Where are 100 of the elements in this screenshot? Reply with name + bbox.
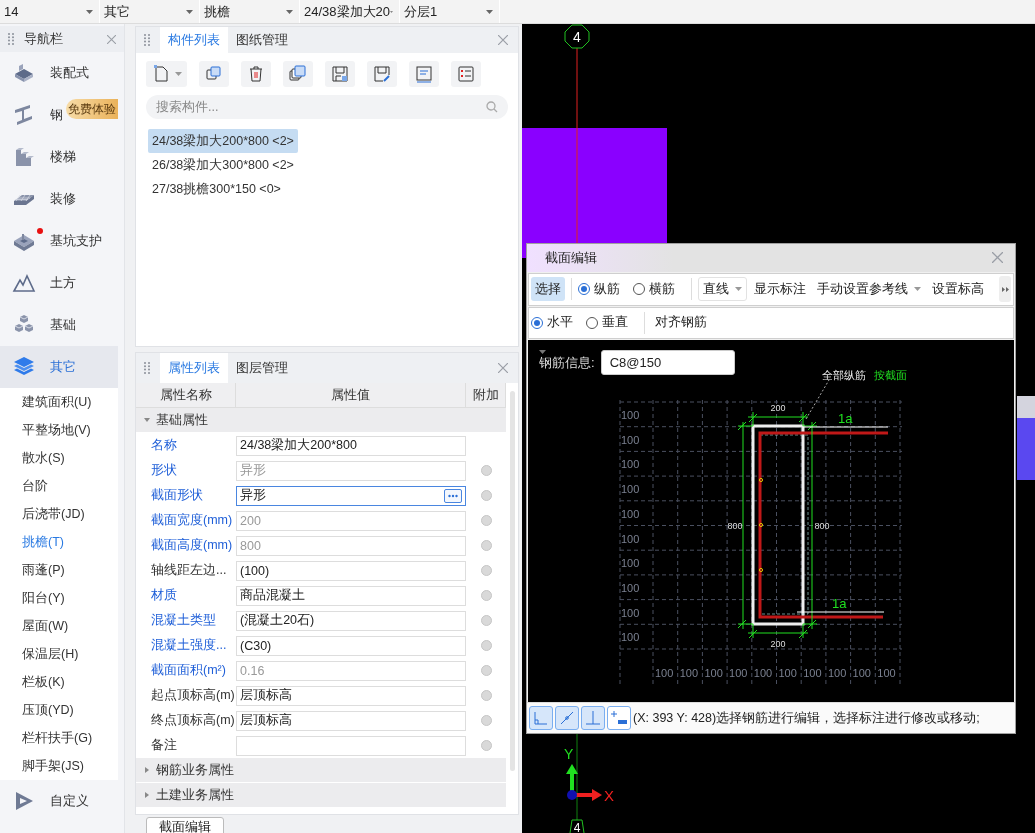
axis-label: 4: [573, 29, 581, 45]
property-value-field[interactable]: 24/38梁加大200*800: [236, 435, 466, 456]
column-header: 附加: [466, 383, 506, 407]
anchor-label: 1a: [838, 411, 853, 427]
anchor-label: 1a: [832, 596, 847, 612]
search-field[interactable]: 搜索构件...: [146, 95, 508, 119]
grid-label: 100: [778, 667, 797, 680]
group-title: 土建业务属性: [156, 786, 234, 804]
nav-item[interactable]: 钢 免费体验: [0, 94, 118, 136]
toolbar-button[interactable]: 设置标高: [928, 277, 988, 302]
leader-label: 全部纵筋: [822, 369, 866, 382]
nav-subitem[interactable]: 散水(S): [0, 444, 118, 472]
nav-subitem[interactable]: 建筑面积(U): [0, 388, 118, 416]
nav-subitem[interactable]: 脚手架(JS): [0, 752, 118, 780]
dimension-label: 200: [770, 403, 786, 414]
axis-label: 4: [573, 821, 581, 833]
nav-subitem[interactable]: 屋面(W): [0, 612, 118, 640]
list-item[interactable]: 24/38梁加大200*800 <2>: [148, 129, 298, 153]
group-header[interactable]: 基础属性: [136, 408, 506, 433]
property-value-field[interactable]: (混凝土20石): [236, 610, 466, 631]
property-name: 混凝土类型: [150, 612, 217, 629]
nav-item[interactable]: 其它: [0, 346, 118, 388]
property-value-field[interactable]: 层顶标高: [236, 710, 466, 731]
toolbar-button[interactable]: 对齐钢筋: [651, 310, 711, 335]
property-name: 截面宽度(mm): [150, 512, 234, 529]
tab[interactable]: 图纸管理: [228, 27, 296, 53]
property-name: 混凝土强度...: [150, 637, 228, 654]
dropdown[interactable]: 直线: [698, 277, 747, 302]
property-name: 截面高度(mm): [150, 537, 234, 554]
nav-item[interactable]: 装配式: [0, 52, 118, 94]
nav-subitem[interactable]: 栏杆扶手(G): [0, 724, 118, 752]
radio-button[interactable]: 纵筋: [578, 280, 620, 298]
property-name: 名称: [150, 437, 178, 454]
toolbar-button[interactable]: 显示标注: [750, 277, 810, 302]
grid-label: 100: [621, 606, 640, 619]
radio-button[interactable]: 垂直: [586, 314, 628, 332]
grid-label: 100: [621, 557, 640, 570]
nav-subitem[interactable]: 挑檐(T): [0, 528, 118, 556]
nav-subitem[interactable]: 台阶: [0, 472, 118, 500]
status-text: (X: 393 Y: 428)选择钢筋进行编辑，选择标注进行修改或移动;: [633, 709, 980, 727]
property-name: 截面形状: [150, 487, 204, 504]
group-header[interactable]: 钢筋业务属性: [136, 758, 506, 783]
group-title: 基础属性: [156, 411, 208, 429]
property-name: 形状: [150, 462, 178, 479]
radio-button[interactable]: 水平: [531, 314, 573, 332]
property-value-field[interactable]: (100): [236, 560, 466, 581]
grid-label: 100: [877, 667, 896, 680]
field-label: 钢筋信息:: [539, 353, 595, 372]
nav-item[interactable]: 土方: [0, 262, 118, 304]
nav-subitem[interactable]: 阳台(Y): [0, 584, 118, 612]
grid-label: 100: [803, 667, 822, 680]
grid-label: 100: [621, 508, 640, 521]
column-header: 属性名称: [136, 383, 236, 407]
property-name: 起点顶标高(m): [150, 687, 236, 704]
nav-subitem[interactable]: 栏板(K): [0, 668, 118, 696]
grid-label: 100: [621, 458, 640, 471]
property-value-field[interactable]: (C30): [236, 635, 466, 656]
grid-label: 100: [621, 532, 640, 545]
tab[interactable]: 属性列表: [160, 353, 228, 383]
nav-subitem[interactable]: 平整场地(V): [0, 416, 118, 444]
property-name: 轴线距左边...: [150, 562, 228, 579]
dimension-label: 200: [770, 639, 786, 650]
radio-button[interactable]: 横筋: [633, 280, 675, 298]
grid-label: 100: [729, 667, 748, 680]
group-header[interactable]: 土建业务属性: [136, 783, 506, 808]
nav-subitem[interactable]: 保温层(H): [0, 640, 118, 668]
grid-label: 100: [621, 582, 640, 595]
grid-label: 100: [621, 631, 640, 644]
property-name: 备注: [150, 737, 178, 754]
nav-subitem[interactable]: 压顶(YD): [0, 696, 118, 724]
grid-label: 100: [704, 667, 723, 680]
grid-label: 100: [621, 433, 640, 446]
grid-label: 100: [621, 409, 640, 422]
dialog-title: 截面编辑: [545, 248, 598, 267]
property-name: 终点顶标高(m): [150, 712, 236, 729]
menu-button[interactable]: 手动设置参考线: [813, 277, 925, 302]
tab[interactable]: 图层管理: [228, 353, 296, 383]
nav-item[interactable]: 自定义: [0, 780, 118, 822]
nav-item[interactable]: 基坑支护: [0, 220, 118, 262]
grid-label: 100: [655, 667, 674, 680]
nav-subitem[interactable]: 雨蓬(P): [0, 556, 118, 584]
tab[interactable]: 构件列表: [160, 27, 228, 53]
nav-item[interactable]: 基础: [0, 304, 118, 346]
nav-item[interactable]: 装修: [0, 178, 118, 220]
toolbar-button[interactable]: 选择: [531, 277, 565, 302]
grid-label: 100: [753, 667, 773, 680]
dimension-label: 800: [727, 521, 743, 532]
list-item[interactable]: 27/38挑檐300*150 <0>: [148, 177, 285, 201]
group-title: 钢筋业务属性: [156, 761, 234, 779]
property-value-field[interactable]: 商品混凝土: [236, 585, 466, 606]
property-value-field[interactable]: 层顶标高: [236, 685, 466, 706]
property-value-field[interactable]: 异形: [236, 485, 466, 506]
section-edit-button[interactable]: 截面编辑: [146, 817, 224, 833]
property-name: 材质: [150, 587, 178, 604]
nav-subitem[interactable]: 后浇带(JD): [0, 500, 118, 528]
trial-badge[interactable]: 免费体验: [66, 99, 118, 119]
axis-label: Y: [564, 746, 574, 762]
nav-item[interactable]: 楼梯: [0, 136, 118, 178]
list-item[interactable]: 26/38梁加大300*800 <2>: [148, 153, 298, 177]
panel-title: 导航栏: [24, 30, 64, 48]
